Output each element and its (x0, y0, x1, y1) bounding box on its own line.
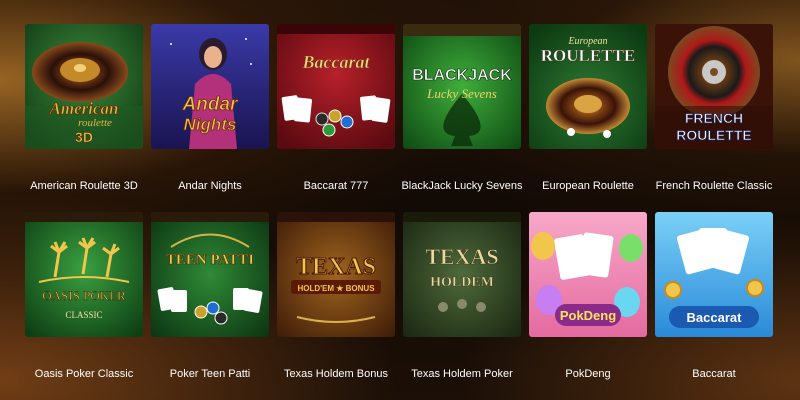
game-card-european-roulette[interactable]: European ROULETTE European Roulette (529, 24, 647, 212)
game-thumbnail[interactable]: Baccarat (655, 212, 773, 337)
game-thumbnail[interactable]: FRENCH ROULETTE (655, 24, 773, 149)
art-line-1: TEXAS (296, 254, 376, 280)
game-title[interactable]: Texas Holdem Poker (397, 368, 527, 381)
game-thumbnail[interactable]: PokDeng (529, 212, 647, 337)
art-line-1: TEXAS (425, 244, 498, 269)
game-title[interactable]: Baccarat 777 (271, 180, 401, 193)
roulette-wheel-image: European ROULETTE (529, 24, 647, 149)
baccarat-cards-image: Baccarat (655, 212, 773, 337)
game-card-poker-teen-patti[interactable]: TEEN PATTI Poker Teen Patti (151, 212, 269, 400)
game-card-andar-nights[interactable]: Andar Nights Andar Nights (151, 24, 269, 212)
art-line-1: Andar (182, 94, 240, 115)
game-thumbnail[interactable]: OASIS POKER CLASSIC (25, 212, 143, 337)
andar-nights-image: Andar Nights (151, 24, 269, 149)
teen-patti-image: TEEN PATTI (151, 212, 269, 337)
game-card-blackjack-lucky-sevens[interactable]: BLACKJACK Lucky Sevens BlackJack Lucky S… (401, 24, 523, 212)
game-title[interactable]: Oasis Poker Classic (19, 368, 149, 381)
art-line-2: CLASSIC (65, 310, 102, 320)
art-line-2: ROULETTE (541, 46, 635, 65)
art-line-2: ROULETTE (676, 127, 751, 143)
game-thumbnail[interactable]: TEXAS HOLD'EM ★ BONUS (277, 212, 395, 337)
game-thumbnail[interactable]: Baccarat (277, 24, 395, 149)
game-card-french-roulette-classic[interactable]: FRENCH ROULETTE French Roulette Classic (655, 24, 773, 212)
roulette-wheel-image: American roulette 3D (25, 24, 143, 149)
game-title[interactable]: Poker Teen Patti (145, 368, 275, 381)
game-card-baccarat[interactable]: Baccarat Baccarat (655, 212, 773, 400)
art-line-1: FRENCH (685, 110, 743, 126)
texas-holdem-poker-image: TEXAS HOLDEM (403, 212, 521, 337)
art-line-1: Baccarat (687, 310, 743, 325)
art-line-2: Lucky Sevens (426, 86, 497, 101)
art-line-2: HOLDEM (430, 275, 494, 290)
game-card-baccarat-777[interactable]: Baccarat Baccarat 777 (277, 24, 395, 212)
game-thumbnail[interactable]: American roulette 3D (25, 24, 143, 149)
game-title[interactable]: European Roulette (523, 180, 653, 193)
game-card-american-roulette-3d[interactable]: American roulette 3D American Roulette 3… (25, 24, 143, 212)
game-card-texas-holdem-bonus[interactable]: TEXAS HOLD'EM ★ BONUS Texas Holdem Bonus (277, 212, 395, 400)
game-thumbnail[interactable]: Andar Nights (151, 24, 269, 149)
game-thumbnail[interactable]: TEEN PATTI (151, 212, 269, 337)
game-card-oasis-poker-classic[interactable]: OASIS POKER CLASSIC Oasis Poker Classic (25, 212, 143, 400)
art-line-2: roulette (78, 117, 112, 129)
texas-holdem-bonus-image: TEXAS HOLD'EM ★ BONUS (277, 212, 395, 337)
art-line-1: TEEN PATTI (166, 252, 254, 268)
game-card-texas-holdem-poker[interactable]: TEXAS HOLDEM Texas Holdem Poker (403, 212, 521, 400)
pokdeng-image: PokDeng (529, 212, 647, 337)
game-title[interactable]: French Roulette Classic (649, 180, 779, 193)
game-title[interactable]: Baccarat (649, 368, 779, 381)
art-line-1: PokDeng (560, 308, 616, 323)
baccarat-table-image: Baccarat (277, 24, 395, 149)
art-line-1: OASIS POKER (42, 288, 126, 303)
game-thumbnail[interactable]: TEXAS HOLDEM (403, 212, 521, 337)
game-title[interactable]: PokDeng (523, 368, 653, 381)
game-title[interactable]: American Roulette 3D (19, 180, 149, 193)
oasis-poker-image: OASIS POKER CLASSIC (25, 212, 143, 337)
art-line-2: Nights (184, 115, 237, 134)
game-card-pokdeng[interactable]: PokDeng PokDeng (529, 212, 647, 400)
game-thumbnail[interactable]: European ROULETTE (529, 24, 647, 149)
roulette-wheel-image: FRENCH ROULETTE (655, 24, 773, 149)
art-line-1: Baccarat (302, 52, 371, 72)
art-line-1: BLACKJACK (412, 67, 512, 84)
game-title[interactable]: Texas Holdem Bonus (271, 368, 401, 381)
game-title[interactable]: Andar Nights (145, 180, 275, 193)
game-title[interactable]: BlackJack Lucky Sevens (397, 180, 527, 193)
art-line-2: HOLD'EM ★ BONUS (297, 284, 375, 293)
art-line-1: American (49, 99, 119, 118)
game-grid: American roulette 3D American Roulette 3… (25, 24, 775, 400)
game-thumbnail[interactable]: BLACKJACK Lucky Sevens (403, 24, 521, 149)
blackjack-table-image: BLACKJACK Lucky Sevens (403, 24, 521, 149)
art-line-3: 3D (75, 129, 93, 145)
